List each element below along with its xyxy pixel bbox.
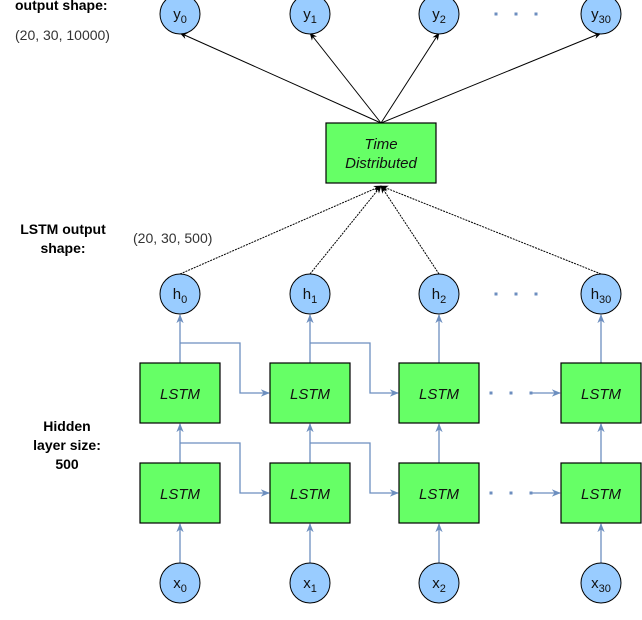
- lstm-output-title-1: LSTM output: [20, 221, 106, 237]
- node-subscript: 2: [440, 14, 446, 26]
- output-arrow: [380, 32, 602, 124]
- ellipsis-dot: [494, 12, 498, 16]
- ellipsis-dot: [509, 491, 513, 495]
- time-distributed-label-1: Time: [364, 136, 397, 153]
- lstm-label: LSTM: [160, 486, 201, 503]
- ellipsis-dot: [514, 12, 518, 16]
- lstm-cell-layer-1: LSTM: [269, 462, 351, 524]
- lstm-cell-layer-1: LSTM: [398, 462, 480, 524]
- hidden-node: h2: [418, 273, 460, 315]
- node-label: h: [591, 286, 599, 303]
- node-label: h: [432, 286, 440, 303]
- lstm-cell-layer-2: LSTM: [398, 362, 480, 424]
- hidden-node: h0: [159, 273, 201, 315]
- lstm-cell-layer-2: LSTM: [139, 362, 221, 424]
- output-node: y2: [418, 0, 460, 35]
- ellipsis-dot: [514, 292, 518, 296]
- node-subscript: 30: [599, 583, 611, 595]
- node-label: h: [173, 286, 181, 303]
- output-arrow: [179, 32, 382, 124]
- lstm-diagram: output shape: (20, 30, 10000) LSTM outpu…: [15, 0, 642, 604]
- hidden-node: h1: [289, 273, 331, 315]
- output-arrow: [309, 32, 382, 124]
- node-subscript: 1: [311, 294, 317, 306]
- lstm-label: LSTM: [419, 486, 460, 503]
- input-node: x2: [418, 562, 460, 604]
- hidden-title-3: 500: [55, 456, 79, 472]
- node-subscript: 30: [599, 14, 611, 26]
- lstm-output-title-2: shape:: [40, 240, 85, 256]
- lstm-label: LSTM: [581, 486, 622, 503]
- node-subscript: 2: [440, 583, 446, 595]
- output-shape-value: (20, 30, 10000): [15, 27, 110, 43]
- node-subscript: 1: [311, 583, 317, 595]
- hidden-title-1: Hidden: [43, 418, 90, 434]
- ellipsis-dot: [494, 292, 498, 296]
- hidden-to-td-arrow: [309, 185, 382, 275]
- ellipsis-dot: [534, 12, 538, 16]
- time-distributed-label-2: Distributed: [345, 155, 417, 172]
- input-node: x1: [289, 562, 331, 604]
- lstm-cell-layer-2: LSTM: [560, 362, 642, 424]
- node-subscript: 1: [311, 14, 317, 26]
- lstm-cell-layer-1: LSTM: [560, 462, 642, 524]
- lstm-cell-layer-2: LSTM: [269, 362, 351, 424]
- ellipsis-dot: [509, 391, 513, 395]
- ellipsis-dot: [489, 391, 493, 395]
- output-shape-title: output shape:: [15, 0, 108, 13]
- output-node: y1: [289, 0, 331, 35]
- ellipsis-dot: [534, 292, 538, 296]
- lstm-cell-layer-1: LSTM: [139, 462, 221, 524]
- node-subscript: 2: [440, 294, 446, 306]
- lstm-label: LSTM: [581, 386, 622, 403]
- hidden-title-2: layer size:: [33, 437, 101, 453]
- output-arrow: [380, 32, 440, 124]
- hidden-node: h30: [580, 273, 622, 315]
- node-label: h: [303, 286, 311, 303]
- node-subscript: 30: [599, 294, 611, 306]
- lstm-label: LSTM: [419, 386, 460, 403]
- node-subscript: 0: [181, 583, 187, 595]
- node-subscript: 0: [181, 294, 187, 306]
- time-distributed-box: Time Distributed: [325, 122, 437, 184]
- input-node: x0: [159, 562, 201, 604]
- lstm-label: LSTM: [160, 386, 201, 403]
- input-node: x30: [580, 562, 622, 604]
- lstm-label: LSTM: [290, 486, 331, 503]
- lstm-output-value: (20, 30, 500): [133, 230, 212, 246]
- hidden-to-td-arrow: [380, 185, 440, 275]
- hidden-to-td-arrow: [380, 185, 602, 275]
- output-node: y30: [580, 0, 622, 35]
- ellipsis-dot: [489, 491, 493, 495]
- node-subscript: 0: [181, 14, 187, 26]
- lstm-label: LSTM: [290, 386, 331, 403]
- output-node: y0: [159, 0, 201, 35]
